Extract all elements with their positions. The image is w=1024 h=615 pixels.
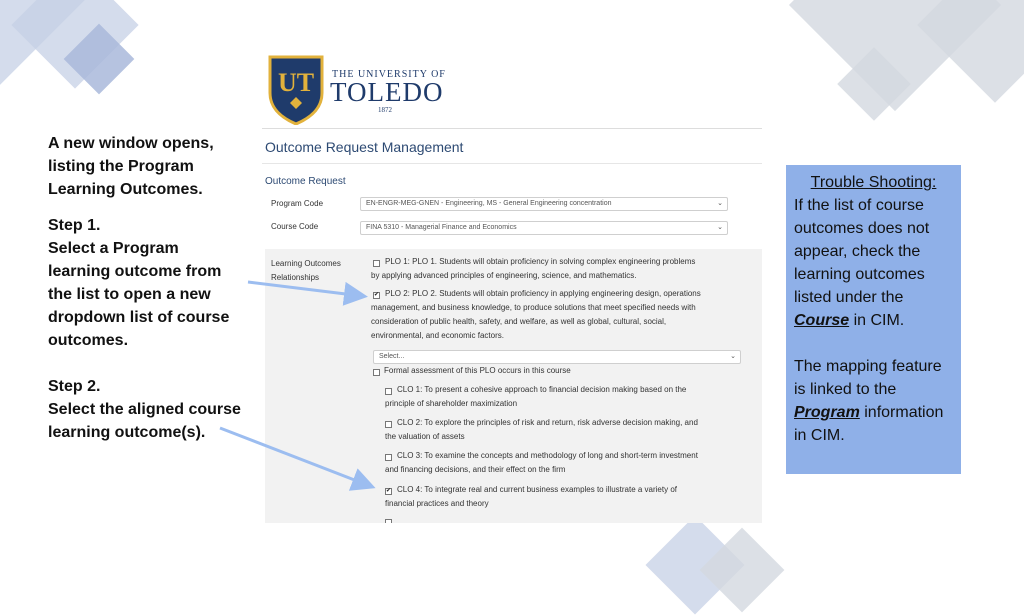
arrow-step1 [247, 280, 368, 306]
course-emphasis: Course [794, 312, 850, 329]
troubleshooting-paragraph-1: If the list of course outcomes does not … [794, 194, 953, 332]
troubleshooting-text: If the list of course outcomes does not … [794, 197, 930, 306]
troubleshooting-text: The mapping feature is linked to the [794, 358, 942, 398]
troubleshooting-box: Trouble Shooting: If the list of course … [786, 165, 961, 474]
arrow-step2 [219, 426, 376, 491]
troubleshooting-heading: Trouble Shooting: [810, 174, 937, 191]
program-emphasis: Program [794, 404, 860, 421]
troubleshooting-paragraph-2: The mapping feature is linked to the Pro… [794, 355, 953, 447]
troubleshooting-text: in CIM. [853, 312, 905, 329]
